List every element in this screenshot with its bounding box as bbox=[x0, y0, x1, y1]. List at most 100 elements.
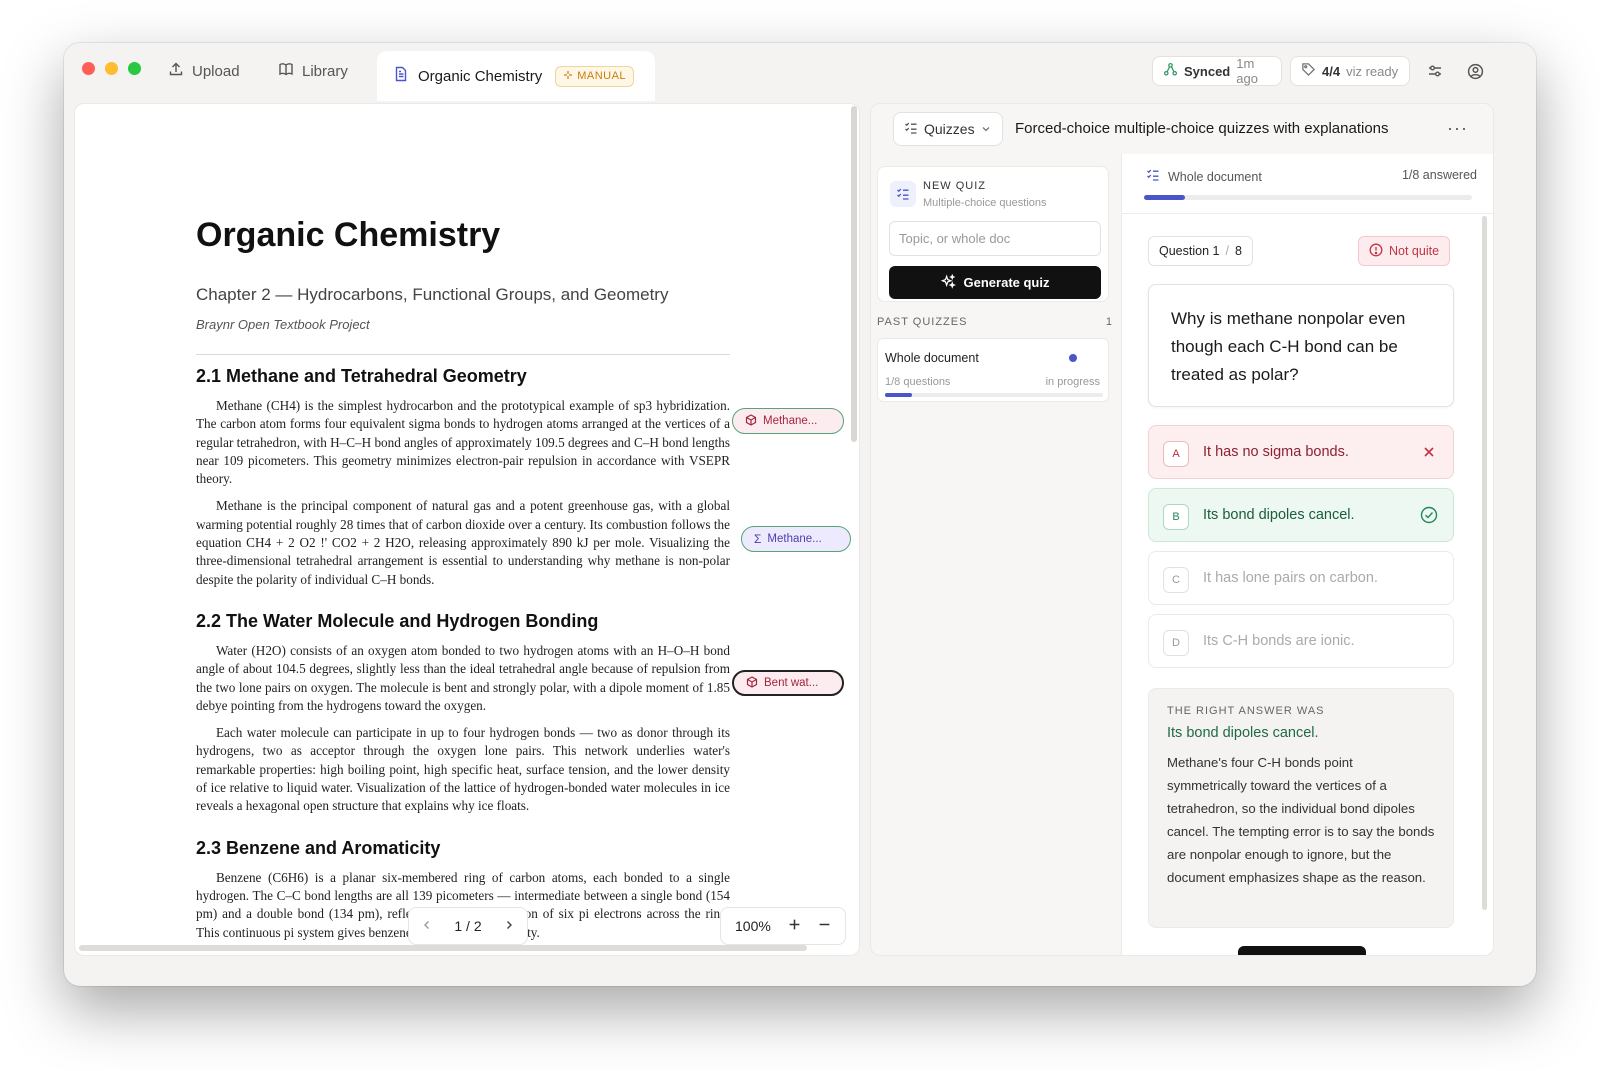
option-text: Its bond dipoles cancel. bbox=[1203, 507, 1355, 523]
option-text: It has lone pairs on carbon. bbox=[1203, 570, 1378, 586]
section-heading: 2.3 Benzene and Aromaticity bbox=[196, 837, 441, 858]
paragraph: Methane is the principal component of na… bbox=[196, 498, 730, 587]
tab-organic-chemistry[interactable]: Organic Chemistry MANUAL bbox=[377, 51, 655, 101]
question-card: Why is methane nonpolar even though each… bbox=[1148, 284, 1454, 407]
chevron-right-icon[interactable] bbox=[503, 918, 515, 934]
past-quizzes-count: 1 bbox=[1105, 316, 1113, 328]
option-letter: C bbox=[1163, 567, 1189, 593]
close-window-button[interactable] bbox=[82, 62, 95, 75]
panel-title: Forced-choice multiple-choice quizzes wi… bbox=[1015, 120, 1389, 137]
manual-badge: MANUAL bbox=[555, 65, 635, 87]
horizontal-scrollbar[interactable] bbox=[79, 945, 807, 951]
document-icon bbox=[393, 66, 409, 86]
explanation-label: THE RIGHT ANSWER WAS bbox=[1167, 705, 1325, 717]
result-badge: Not quite bbox=[1358, 236, 1451, 266]
annotation-label: Methane... bbox=[767, 533, 822, 545]
sync-time: 1m ago bbox=[1236, 56, 1258, 86]
sparkles-icon bbox=[940, 273, 956, 292]
quiz-progress-fill bbox=[1144, 195, 1185, 200]
past-quiz-title: Whole document bbox=[885, 351, 979, 365]
zoom-window-button[interactable] bbox=[128, 62, 141, 75]
sliders-icon[interactable] bbox=[1424, 60, 1446, 82]
checklist-icon bbox=[904, 121, 918, 138]
past-quiz-progress-fill bbox=[885, 393, 913, 397]
quiz-sidebar: NEW QUIZ Multiple-choice questions Topic… bbox=[877, 166, 1113, 402]
annotation-chip-methane-model[interactable]: Methane... bbox=[732, 408, 844, 434]
option-letter: A bbox=[1163, 441, 1189, 467]
option-text: Its C-H bonds are ionic. bbox=[1203, 633, 1355, 649]
document-viewer[interactable]: Organic Chemistry Chapter 2 — Hydrocarbo… bbox=[74, 103, 860, 956]
network-icon bbox=[1163, 62, 1178, 80]
active-indicator bbox=[1069, 354, 1077, 362]
tab-library[interactable]: Library bbox=[278, 55, 348, 87]
sync-status[interactable]: Synced 1m ago bbox=[1152, 56, 1282, 86]
quiz-progress-bar: Whole document 1/8 answered bbox=[1122, 154, 1493, 214]
page-indicator: 1 / 2 bbox=[454, 918, 482, 934]
annotation-label: Bent wat... bbox=[764, 677, 819, 689]
question-total: 8 bbox=[1234, 244, 1242, 258]
past-quizzes-header: PAST QUIZZES 1 bbox=[877, 316, 1113, 328]
document-page: Organic Chemistry Chapter 2 — Hydrocarbo… bbox=[196, 216, 730, 942]
question-number: Question 1 bbox=[1159, 244, 1220, 258]
check-circle-icon bbox=[1419, 505, 1439, 525]
option-d[interactable]: D Its C-H bonds are ionic. bbox=[1148, 614, 1454, 668]
option-b[interactable]: B Its bond dipoles cancel. bbox=[1148, 488, 1454, 542]
separator: / bbox=[1225, 244, 1229, 258]
past-quizzes-label: PAST QUIZZES bbox=[877, 316, 968, 328]
viz-status[interactable]: 4/4 viz ready bbox=[1290, 56, 1410, 86]
viz-label: viz ready bbox=[1346, 63, 1399, 79]
generate-quiz-label: Generate quiz bbox=[963, 275, 1050, 290]
generate-quiz-button[interactable]: Generate quiz bbox=[889, 266, 1101, 299]
document-title: Organic Chemistry bbox=[196, 216, 501, 254]
annotation-chip-bent-water[interactable]: Bent wat... bbox=[732, 670, 844, 696]
user-account-icon[interactable] bbox=[1464, 60, 1486, 82]
answered-count: 1/8 answered bbox=[1401, 168, 1477, 182]
quiz-scrollbar[interactable] bbox=[1482, 216, 1487, 910]
section-heading: 2.2 The Water Molecule and Hydrogen Bond… bbox=[196, 610, 599, 631]
study-panel: Quizzes Forced-choice multiple-choice qu… bbox=[870, 103, 1494, 956]
tab-organic-chemistry-label: Organic Chemistry bbox=[418, 67, 543, 85]
vertical-scrollbar[interactable] bbox=[851, 106, 857, 442]
checklist-icon bbox=[1146, 168, 1160, 185]
mode-label: Quizzes bbox=[924, 121, 975, 137]
question-counter: Question 1 / 8 bbox=[1148, 236, 1253, 266]
sync-label: Synced bbox=[1184, 63, 1231, 79]
annotation-label: Methane... bbox=[763, 415, 818, 427]
past-quiz-progress bbox=[885, 393, 1103, 397]
new-quiz-subtitle: Multiple-choice questions bbox=[923, 197, 1047, 209]
panel-header: Quizzes Forced-choice multiple-choice qu… bbox=[871, 104, 1493, 154]
more-options-icon[interactable]: ··· bbox=[1447, 118, 1468, 139]
document-subtitle: Chapter 2 — Hydrocarbons, Functional Gro… bbox=[196, 285, 669, 304]
book-icon bbox=[278, 61, 294, 81]
paragraph: Each water molecule can participate in u… bbox=[196, 725, 730, 814]
viz-count: 4/4 bbox=[1322, 63, 1341, 79]
option-letter: D bbox=[1163, 630, 1189, 656]
page-navigator: 1 / 2 bbox=[408, 907, 528, 945]
quiz-scope: Whole document bbox=[1146, 168, 1262, 185]
tab-upload-label: Upload bbox=[192, 62, 240, 80]
plus-icon[interactable] bbox=[788, 918, 801, 934]
new-quiz-card: NEW QUIZ Multiple-choice questions Topic… bbox=[877, 166, 1109, 302]
sparkle-icon bbox=[563, 70, 573, 83]
option-letter: B bbox=[1163, 504, 1189, 530]
explanation-body: Methane's four C-H bonds point symmetric… bbox=[1167, 755, 1435, 885]
minimize-window-button[interactable] bbox=[105, 62, 118, 75]
past-quiz-questions: 1/8 questions bbox=[885, 376, 951, 388]
divider bbox=[196, 354, 730, 355]
past-quiz-item[interactable]: Whole document 1/8 questions in progress bbox=[877, 338, 1109, 402]
paragraph: Water (H2O) consists of an oxygen atom b… bbox=[196, 642, 730, 713]
new-quiz-title: NEW QUIZ bbox=[923, 180, 986, 192]
tag-icon bbox=[1301, 62, 1316, 80]
chevron-down-icon bbox=[981, 121, 991, 137]
minus-icon[interactable] bbox=[818, 918, 831, 934]
chevron-left-icon[interactable] bbox=[421, 918, 433, 934]
annotation-chip-methane-formula[interactable]: Σ Methane... bbox=[741, 526, 851, 552]
x-icon bbox=[1419, 442, 1439, 462]
mode-dropdown[interactable]: Quizzes bbox=[893, 112, 1003, 146]
topic-input[interactable]: Topic, or whole doc bbox=[889, 221, 1101, 256]
option-text: It has no sigma bonds. bbox=[1203, 444, 1349, 460]
option-a[interactable]: A It has no sigma bonds. bbox=[1148, 425, 1454, 479]
next-question-button[interactable] bbox=[1238, 946, 1366, 955]
option-c[interactable]: C It has lone pairs on carbon. bbox=[1148, 551, 1454, 605]
tab-upload[interactable]: Upload bbox=[168, 55, 240, 87]
